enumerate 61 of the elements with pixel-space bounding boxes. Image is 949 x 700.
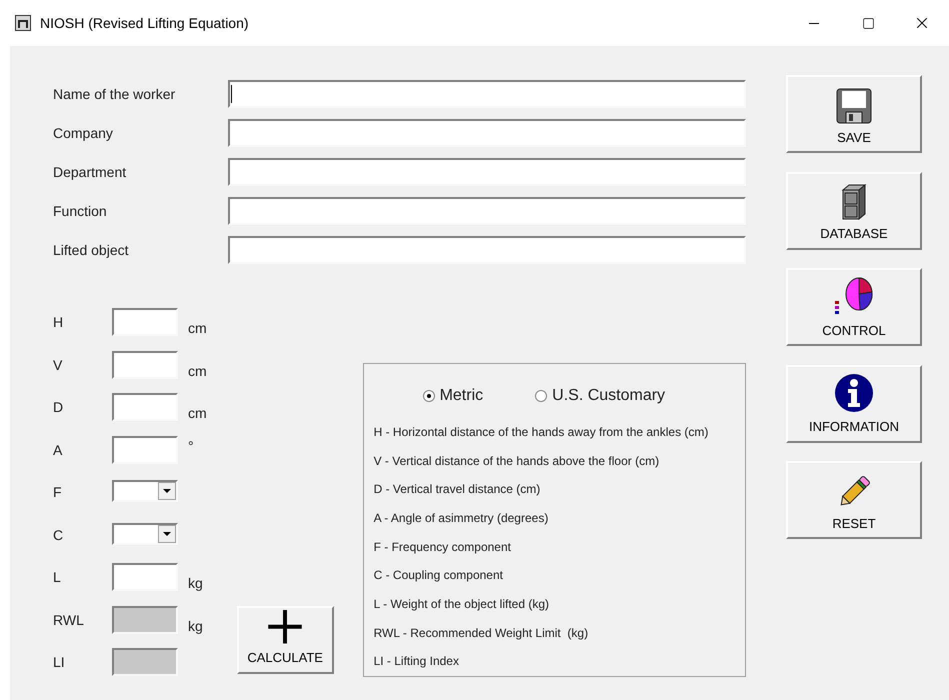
radio-option[interactable]: U.S. Customary bbox=[535, 384, 666, 408]
action-button[interactable]: RESET bbox=[786, 461, 922, 539]
minimize-icon bbox=[809, 22, 819, 24]
legend-text: H - Horizontal distance of the hands away from the ankles (cm) bbox=[374, 424, 710, 441]
parameter-label: F bbox=[53, 483, 63, 502]
dropdown-caret-icon bbox=[158, 482, 176, 500]
legend-text: F - Frequency component bbox=[374, 538, 512, 556]
window-title: NIOSH (Revised Lifting Equation) bbox=[40, 14, 249, 33]
field-label: Lifted object bbox=[53, 240, 130, 260]
input-field[interactable] bbox=[112, 308, 178, 336]
parameter-label: V bbox=[53, 356, 64, 374]
legend-text: V - Vertical distance of the hands above the floor (cm) bbox=[374, 452, 660, 470]
info-icon bbox=[834, 373, 874, 413]
action-button[interactable]: CONTROL bbox=[786, 268, 922, 346]
unit-label: cm bbox=[188, 404, 207, 423]
field-label: Name of the worker bbox=[53, 84, 176, 104]
text-field[interactable] bbox=[228, 236, 746, 264]
field-label: Company bbox=[53, 124, 114, 143]
input-field[interactable] bbox=[112, 350, 178, 378]
legend-text: RWL - Recommended Weight Limit (kg) bbox=[374, 624, 590, 642]
unit-label: kg bbox=[188, 574, 203, 593]
action-button[interactable]: DATABASE bbox=[786, 172, 922, 250]
parameter-label: C bbox=[53, 526, 64, 544]
parameter-label: L bbox=[53, 568, 62, 587]
text-field[interactable] bbox=[228, 80, 746, 108]
legend-text: A - Angle of asimmetry (degrees) bbox=[374, 510, 550, 527]
legend-text: LI - Lifting Index bbox=[374, 653, 460, 670]
parameter-label: LI bbox=[53, 653, 66, 672]
text-field[interactable] bbox=[228, 197, 746, 225]
unit-label: kg bbox=[188, 616, 203, 636]
calculate-button[interactable]: CALCULATE bbox=[236, 606, 334, 674]
output-field bbox=[112, 648, 178, 676]
dropdown-caret-icon bbox=[158, 524, 176, 542]
dropdown[interactable] bbox=[112, 522, 178, 544]
unit-label: cm bbox=[188, 319, 207, 338]
text-field[interactable] bbox=[228, 158, 746, 186]
legend-text: D - Vertical travel distance (cm) bbox=[374, 481, 542, 498]
pie-chart-icon bbox=[834, 276, 874, 316]
unit-label: ° bbox=[188, 436, 194, 456]
field-label: Department bbox=[53, 162, 128, 182]
parameter-label: RWL bbox=[53, 610, 85, 630]
plus-icon bbox=[266, 608, 304, 645]
app-icon bbox=[15, 15, 31, 31]
dropdown[interactable] bbox=[112, 480, 178, 502]
filing-cabinet-icon bbox=[841, 184, 867, 220]
parameter-label: H bbox=[53, 313, 64, 332]
legend-text: L - Weight of the object lifted (kg) bbox=[374, 596, 550, 613]
parameter-label: D bbox=[53, 398, 64, 417]
field-label: Function bbox=[53, 202, 108, 220]
maximize-icon bbox=[862, 16, 874, 30]
unit-label: cm bbox=[188, 362, 207, 380]
output-field bbox=[112, 606, 178, 634]
action-button[interactable]: INFORMATION bbox=[786, 364, 922, 442]
radio-option[interactable]: Metric bbox=[422, 384, 484, 408]
action-button[interactable]: SAVE bbox=[786, 75, 922, 153]
legend-text: C - Coupling component bbox=[374, 567, 504, 584]
input-field[interactable] bbox=[112, 563, 178, 591]
text-field[interactable] bbox=[228, 119, 746, 147]
input-field[interactable] bbox=[112, 436, 178, 464]
input-field[interactable] bbox=[112, 393, 178, 421]
parameter-label: A bbox=[53, 440, 64, 460]
